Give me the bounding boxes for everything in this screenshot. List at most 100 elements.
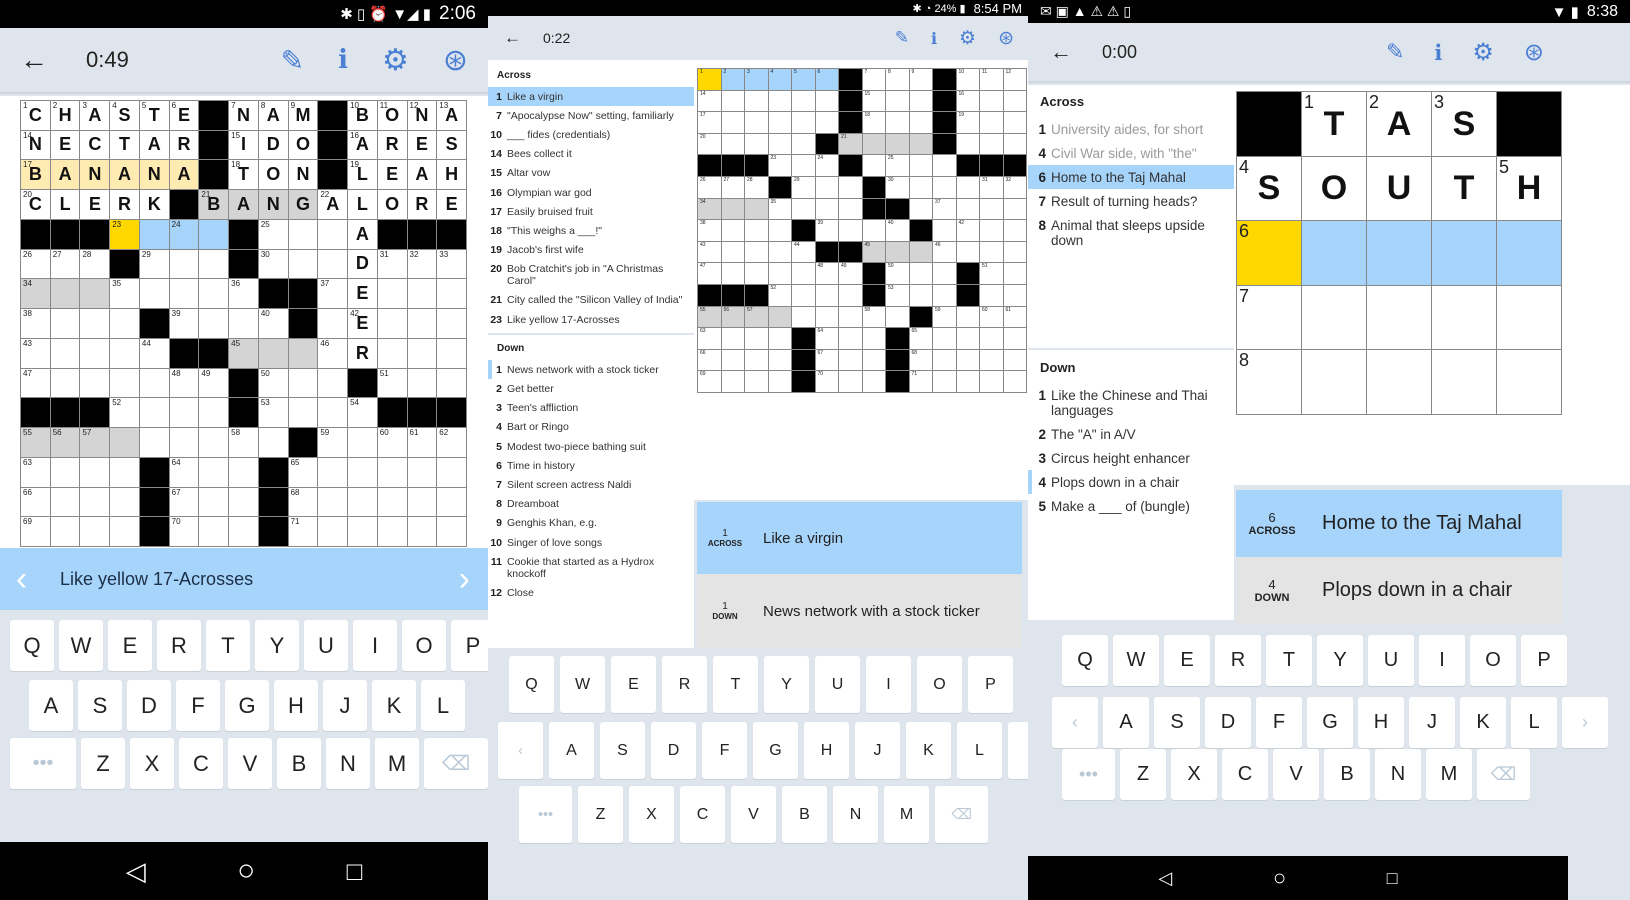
grid-cell[interactable]: O [288, 130, 318, 160]
grid-cell[interactable]: O [1302, 156, 1366, 221]
clue-list-item[interactable]: 1 University aides, for short [1028, 117, 1234, 141]
grid-cell[interactable] [348, 487, 377, 517]
grid-cell[interactable] [110, 457, 139, 487]
key-s[interactable]: S [1154, 697, 1200, 748]
grid-cell[interactable] [980, 349, 1003, 371]
grid-cell[interactable] [933, 328, 956, 349]
grid-cell[interactable]: 71 [909, 371, 932, 392]
key-m[interactable]: M [1426, 749, 1472, 800]
grid-cell[interactable]: 60 [980, 306, 1003, 328]
grid-cell[interactable]: 11 [980, 69, 1003, 90]
key-c[interactable]: C [1222, 749, 1268, 800]
key-o[interactable]: O [917, 656, 962, 713]
grid-cell[interactable]: 46 [933, 241, 956, 263]
grid-cell[interactable] [980, 220, 1003, 241]
clue-list-item[interactable]: 4 Plops down in a chair [1028, 470, 1234, 494]
key-j[interactable]: J [1409, 697, 1455, 748]
clue-list-item[interactable]: 10 ___ fides (credentials) [488, 125, 694, 144]
grid-cell[interactable] [110, 309, 139, 338]
grid-cell[interactable] [721, 112, 744, 133]
grid-cell[interactable] [407, 487, 437, 517]
nav-home-button[interactable]: ○ [237, 854, 255, 888]
clue-list-item[interactable]: 11 Cookie that started as a Hydrox knocko… [488, 552, 694, 583]
grid-cell[interactable]: 40 [886, 220, 909, 241]
key-f[interactable]: F [176, 680, 220, 731]
key-o[interactable]: O [402, 620, 446, 671]
grid-cell[interactable] [1432, 221, 1496, 285]
grid-cell[interactable] [792, 155, 815, 176]
key-k[interactable]: K [372, 680, 416, 731]
key-x[interactable]: X [1171, 749, 1217, 800]
key-q[interactable]: Q [509, 656, 554, 713]
grid-cell[interactable]: G [288, 190, 318, 219]
grid-cell[interactable] [721, 328, 744, 349]
key-g[interactable]: G [753, 722, 798, 779]
clue-list-item[interactable]: 8 Animal that sleeps upside down [1028, 213, 1234, 252]
current-across-clue[interactable]: 6 ACROSS Home to the Taj Mahal [1236, 490, 1562, 557]
key-r[interactable]: R [662, 656, 707, 713]
grid-cell[interactable] [862, 349, 885, 371]
key-l[interactable]: L [957, 722, 1002, 779]
grid-cell[interactable] [1003, 371, 1026, 392]
grid-cell[interactable] [768, 133, 791, 155]
grid-cell[interactable] [377, 279, 407, 309]
current-down-clue[interactable]: 1 DOWN News network with a stock ticker [697, 574, 1022, 648]
grid-cell[interactable]: 70 [815, 371, 838, 392]
grid-cell[interactable]: 42 [956, 220, 979, 241]
grid-cell[interactable]: 70 [169, 517, 199, 546]
key-i[interactable]: I [866, 656, 911, 713]
grid-cell[interactable]: 57 [745, 306, 768, 328]
next-clue-button[interactable]: › [459, 560, 470, 599]
grid-cell[interactable]: 38 [21, 309, 50, 338]
grid-cell[interactable] [377, 487, 407, 517]
key-l[interactable]: L [1511, 697, 1557, 748]
grid-cell[interactable] [437, 279, 466, 309]
grid-cell[interactable] [886, 90, 909, 112]
key-j[interactable]: J [323, 680, 367, 731]
grid-cell[interactable] [768, 371, 791, 392]
grid-cell[interactable] [1003, 112, 1026, 133]
grid-cell[interactable]: 7 [862, 69, 885, 90]
grid-cell[interactable] [169, 398, 199, 428]
grid-cell[interactable] [229, 457, 258, 487]
key-t[interactable]: T [206, 620, 250, 671]
key-y[interactable]: Y [764, 656, 809, 713]
grid-cell[interactable] [933, 349, 956, 371]
key-h[interactable]: H [804, 722, 849, 779]
clue-list-item[interactable]: 12 Close [488, 583, 694, 602]
grid-cell[interactable]: A [348, 219, 377, 249]
grid-cell[interactable]: 20 [698, 133, 721, 155]
grid-cell[interactable]: 21 B [199, 190, 229, 219]
clue-list-item[interactable]: 19 Jacob's first wife [488, 241, 694, 260]
grid-cell[interactable]: 19 L [348, 160, 377, 190]
grid-cell[interactable] [745, 133, 768, 155]
grid-cell[interactable] [50, 368, 80, 398]
key-m[interactable]: M [375, 738, 419, 789]
grid-cell[interactable] [377, 309, 407, 338]
key-u[interactable]: U [815, 656, 860, 713]
grid-cell[interactable]: A [139, 130, 169, 160]
grid-cell[interactable]: 43 [21, 338, 50, 368]
key-e[interactable]: E [1164, 635, 1210, 686]
clue-list-item[interactable]: 16 Olympian war god [488, 183, 694, 202]
grid-cell[interactable]: 3 [745, 69, 768, 90]
key-y[interactable]: Y [1317, 635, 1363, 686]
clue-list-item[interactable]: 2 Get better [488, 379, 694, 398]
grid-cell[interactable] [288, 338, 318, 368]
grid-cell[interactable] [980, 241, 1003, 263]
grid-cell[interactable]: E [437, 190, 466, 219]
grid-cell[interactable]: 7 [1237, 285, 1301, 350]
key-z[interactable]: Z [81, 738, 125, 789]
grid-cell[interactable]: E [80, 190, 110, 219]
grid-cell[interactable]: 66 [698, 349, 721, 371]
info-icon[interactable]: i [931, 29, 937, 48]
key-v[interactable]: V [1273, 749, 1319, 800]
grid-cell[interactable] [721, 349, 744, 371]
nav-recents-button[interactable]: □ [1387, 868, 1398, 889]
grid-cell[interactable]: T [110, 130, 139, 160]
clue-list-item[interactable]: 20 Bob Cratchit's job in "A Christmas Car… [488, 260, 694, 291]
grid-cell[interactable]: 25 [258, 219, 288, 249]
grid-cell[interactable]: 45 [862, 241, 885, 263]
grid-cell[interactable]: 50 [886, 263, 909, 284]
grid-cell[interactable] [745, 349, 768, 371]
